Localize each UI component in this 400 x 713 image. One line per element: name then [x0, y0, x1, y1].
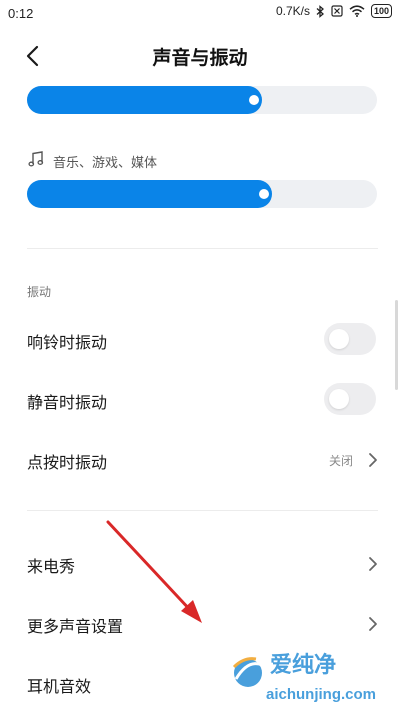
- watermark-logo: 爱纯净 aichunjing.com: [232, 652, 376, 703]
- page-title: 声音与振动: [152, 47, 248, 69]
- touch-vibrate-row[interactable]: 点按时振动 关闭: [0, 433, 400, 489]
- status-bar: 0:12 0.7K/s 100: [0, 0, 400, 26]
- silent-vibrate-label: 静音时振动: [27, 393, 108, 412]
- media-volume-label-row: 音乐、游戏、媒体: [27, 150, 157, 172]
- more-sound-settings-label: 更多声音设置: [27, 617, 124, 636]
- bluetooth-icon: [316, 4, 325, 18]
- chevron-right-icon: [369, 453, 377, 467]
- media-volume-slider[interactable]: [27, 180, 377, 208]
- wifi-icon: [349, 5, 365, 17]
- toggle-knob: [329, 329, 349, 349]
- section-title-vibration: 振动: [27, 285, 52, 299]
- watermark-line2: aichunjing.com: [266, 686, 376, 703]
- slider-fill: [27, 86, 262, 114]
- earphone-effects-label: 耳机音效: [27, 677, 92, 696]
- touch-vibrate-label: 点按时振动: [27, 453, 108, 472]
- chevron-right-icon: [369, 617, 377, 631]
- ringtone-volume-slider[interactable]: [27, 86, 377, 114]
- slider-thumb[interactable]: [259, 189, 269, 199]
- network-speed: 0.7K/s: [275, 4, 310, 18]
- status-icons: 0.7K/s 100: [276, 4, 392, 18]
- silent-vibrate-row[interactable]: 静音时振动: [0, 373, 400, 429]
- ring-vibrate-row[interactable]: 响铃时振动: [0, 313, 400, 369]
- page-header: 声音与振动: [0, 30, 400, 82]
- silent-vibrate-toggle[interactable]: [324, 383, 376, 415]
- ringtone-show-label: 来电秀: [27, 557, 76, 576]
- scrollbar[interactable]: [395, 300, 398, 390]
- watermark-line1: 爱纯净: [270, 652, 336, 678]
- ringtone-show-row[interactable]: 来电秀: [0, 537, 400, 593]
- battery-icon: 100: [370, 4, 392, 18]
- slider-thumb[interactable]: [249, 95, 259, 105]
- toggle-knob: [329, 389, 349, 409]
- ring-vibrate-label: 响铃时振动: [27, 333, 108, 352]
- status-time: 0:12: [8, 6, 34, 21]
- slider-fill: [27, 180, 272, 208]
- divider: [27, 510, 378, 511]
- divider: [27, 248, 378, 249]
- media-volume-label: 音乐、游戏、媒体: [53, 155, 158, 171]
- ring-vibrate-toggle[interactable]: [324, 323, 376, 355]
- chevron-right-icon: [369, 557, 377, 571]
- touch-vibrate-value: 关闭: [328, 454, 353, 468]
- music-note-icon: [27, 150, 45, 172]
- sim-off-icon: [331, 5, 343, 17]
